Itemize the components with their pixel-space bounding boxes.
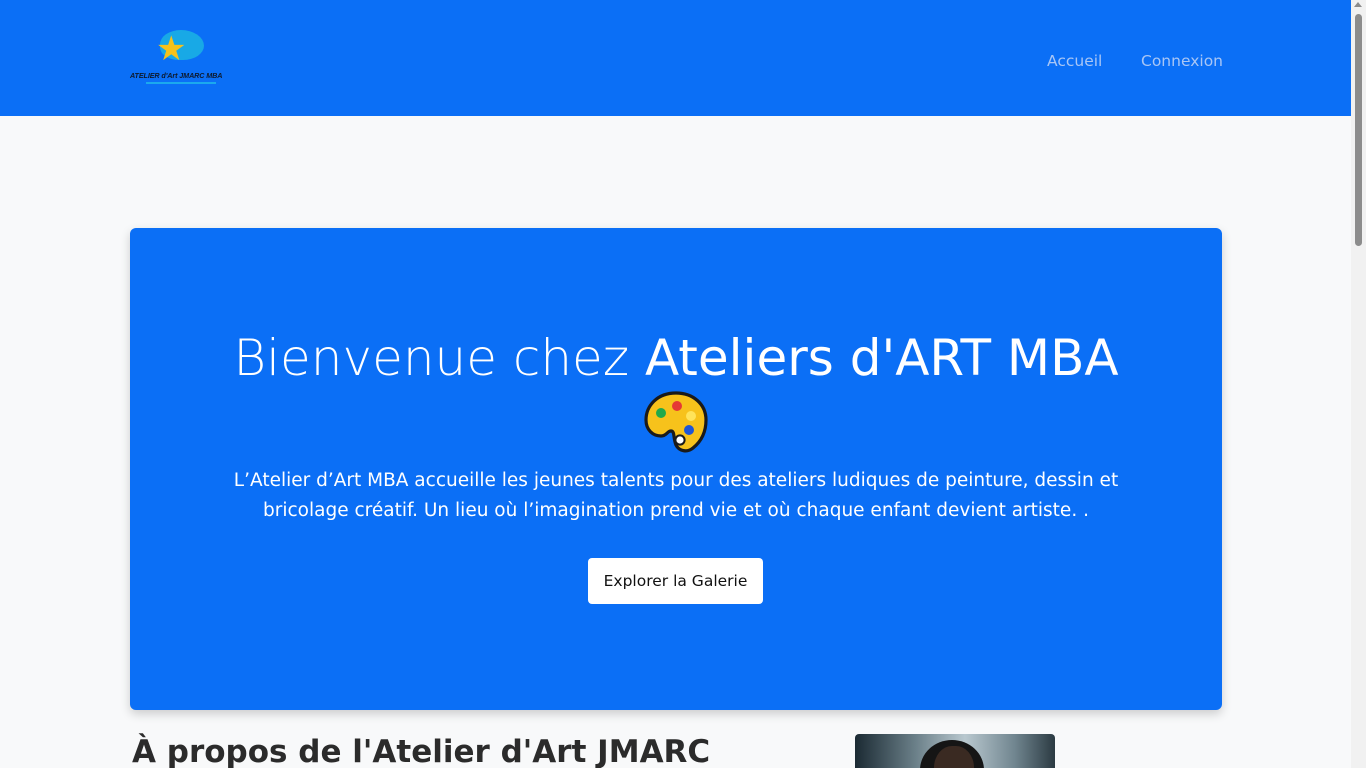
brand-logo[interactable]: ★ ATELIER d'Art JMARC MBA (130, 28, 230, 88)
navbar: ★ ATELIER d'Art JMARC MBA Accueil Connex… (0, 0, 1351, 116)
hero-title: Bienvenue chez Ateliers d'ART MBA (130, 323, 1222, 393)
scroll-up-arrow-icon[interactable] (1354, 2, 1362, 7)
palette-icon (644, 391, 708, 453)
logo-underline (146, 82, 216, 84)
nav-link-connexion[interactable]: Connexion (1141, 52, 1223, 70)
hero-title-prefix: Bienvenue chez (233, 329, 645, 387)
logo-text: ATELIER d'Art JMARC MBA (130, 71, 223, 80)
page: ★ ATELIER d'Art JMARC MBA Accueil Connex… (0, 0, 1351, 768)
explore-gallery-button[interactable]: Explorer la Galerie (588, 558, 763, 604)
page-scrollbar[interactable] (1351, 0, 1366, 768)
about-photo (855, 734, 1055, 768)
hero-description: L’Atelier d’Art MBA accueille les jeunes… (233, 470, 1119, 521)
hero-title-brand: Ateliers d'ART MBA (644, 329, 1119, 387)
about-title: À propos de l'Atelier d'Art JMARC (132, 734, 711, 768)
nav-link-accueil[interactable]: Accueil (1047, 52, 1102, 70)
star-icon: ★ (156, 29, 187, 69)
scroll-thumb[interactable] (1355, 14, 1362, 246)
hero-banner: Bienvenue chez Ateliers d'ART MBA L’Atel… (130, 228, 1222, 710)
